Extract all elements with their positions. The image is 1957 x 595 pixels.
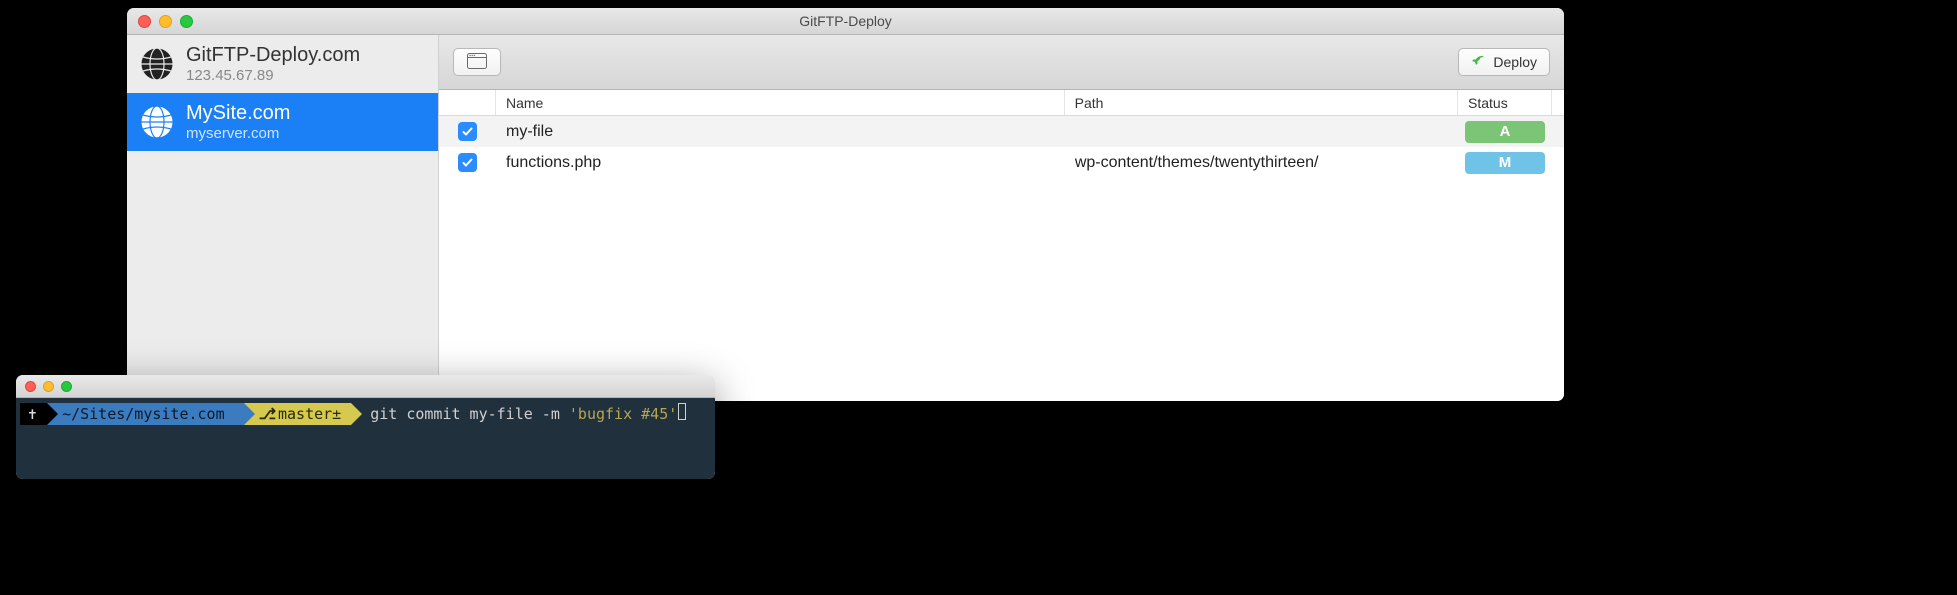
row-checkbox[interactable]	[458, 122, 477, 141]
minimize-button[interactable]	[159, 15, 172, 28]
prompt-icon-segment: ✝	[20, 403, 47, 425]
prompt-branch-segment: ⎇master±	[244, 403, 352, 425]
sidebar-item-text: GitFTP-Deploy.com 123.45.67.89	[186, 44, 360, 84]
globe-icon	[140, 47, 174, 81]
close-button[interactable]	[25, 381, 36, 392]
prompt-cwd: ~/Sites/mysite.com	[62, 403, 225, 425]
maximize-button[interactable]	[61, 381, 72, 392]
titlebar[interactable]: GitFTP-Deploy	[127, 8, 1564, 35]
prompt-branch: master±	[278, 403, 341, 425]
table-header: Name Path Status	[439, 90, 1564, 116]
th-check[interactable]	[439, 90, 496, 115]
deploy-button-label: Deploy	[1493, 54, 1537, 70]
terminal-command: git commit my-file -m 'bugfix #45'	[362, 403, 677, 425]
terminal-body[interactable]: ✝ ~/Sites/mysite.com ⎇master± git commit …	[16, 398, 715, 479]
th-status[interactable]: Status	[1458, 90, 1552, 115]
command-text: git commit my-file -m	[370, 405, 569, 423]
chevron-right-icon	[244, 403, 255, 425]
content-row: GitFTP-Deploy.com 123.45.67.89 MySite.co…	[127, 35, 1564, 401]
cell-path: wp-content/themes/twentythirteen/	[1065, 154, 1458, 172]
sidebar-item-title: MySite.com	[186, 102, 290, 125]
terminal-window: ✝ ~/Sites/mysite.com ⎇master± git commit …	[16, 375, 715, 479]
table-body: my-file A functions.php wp-content/theme…	[439, 116, 1564, 401]
window-icon	[467, 53, 487, 72]
view-mode-button[interactable]	[453, 48, 501, 76]
sidebar-item-gitftp-deploy[interactable]: GitFTP-Deploy.com 123.45.67.89	[127, 35, 438, 93]
cell-name: my-file	[496, 123, 1065, 141]
check-icon	[461, 125, 474, 138]
table-row[interactable]: my-file A	[439, 116, 1564, 147]
window-title: GitFTP-Deploy	[799, 13, 892, 29]
sidebar-item-subtitle: 123.45.67.89	[186, 67, 360, 84]
terminal-cursor	[678, 403, 686, 420]
status-badge: A	[1465, 121, 1545, 143]
sidebar-item-text: MySite.com myserver.com	[186, 102, 290, 142]
status-badge: M	[1465, 152, 1545, 174]
command-string: 'bugfix #45'	[569, 405, 677, 423]
sidebar: GitFTP-Deploy.com 123.45.67.89 MySite.co…	[127, 35, 439, 401]
app-window: GitFTP-Deploy GitFTP-Deploy.com 123.45.6…	[127, 8, 1564, 401]
th-path[interactable]: Path	[1065, 90, 1458, 115]
terminal-titlebar[interactable]	[16, 375, 715, 398]
cell-name: functions.php	[496, 154, 1065, 172]
close-button[interactable]	[138, 15, 151, 28]
sidebar-item-subtitle: myserver.com	[186, 125, 290, 142]
rocket-icon	[1471, 53, 1487, 72]
maximize-button[interactable]	[180, 15, 193, 28]
branch-icon: ⎇	[259, 403, 276, 425]
traffic-lights	[127, 15, 193, 28]
chevron-right-icon	[351, 403, 362, 425]
check-icon	[461, 156, 474, 169]
sidebar-item-title: GitFTP-Deploy.com	[186, 44, 360, 67]
prompt-cwd-segment: ~/Sites/mysite.com	[47, 403, 244, 425]
chevron-right-icon	[47, 403, 58, 425]
prompt-symbol-icon: ✝	[28, 403, 37, 425]
row-checkbox[interactable]	[458, 153, 477, 172]
deploy-button[interactable]: Deploy	[1458, 48, 1550, 76]
minimize-button[interactable]	[43, 381, 54, 392]
sidebar-item-mysite[interactable]: MySite.com myserver.com	[127, 93, 438, 151]
toolbar: Deploy	[439, 35, 1564, 90]
globe-icon	[140, 105, 174, 139]
main-area: Deploy Name Path Status my-file	[439, 35, 1564, 401]
th-name[interactable]: Name	[496, 90, 1065, 115]
table-row[interactable]: functions.php wp-content/themes/twentyth…	[439, 147, 1564, 178]
